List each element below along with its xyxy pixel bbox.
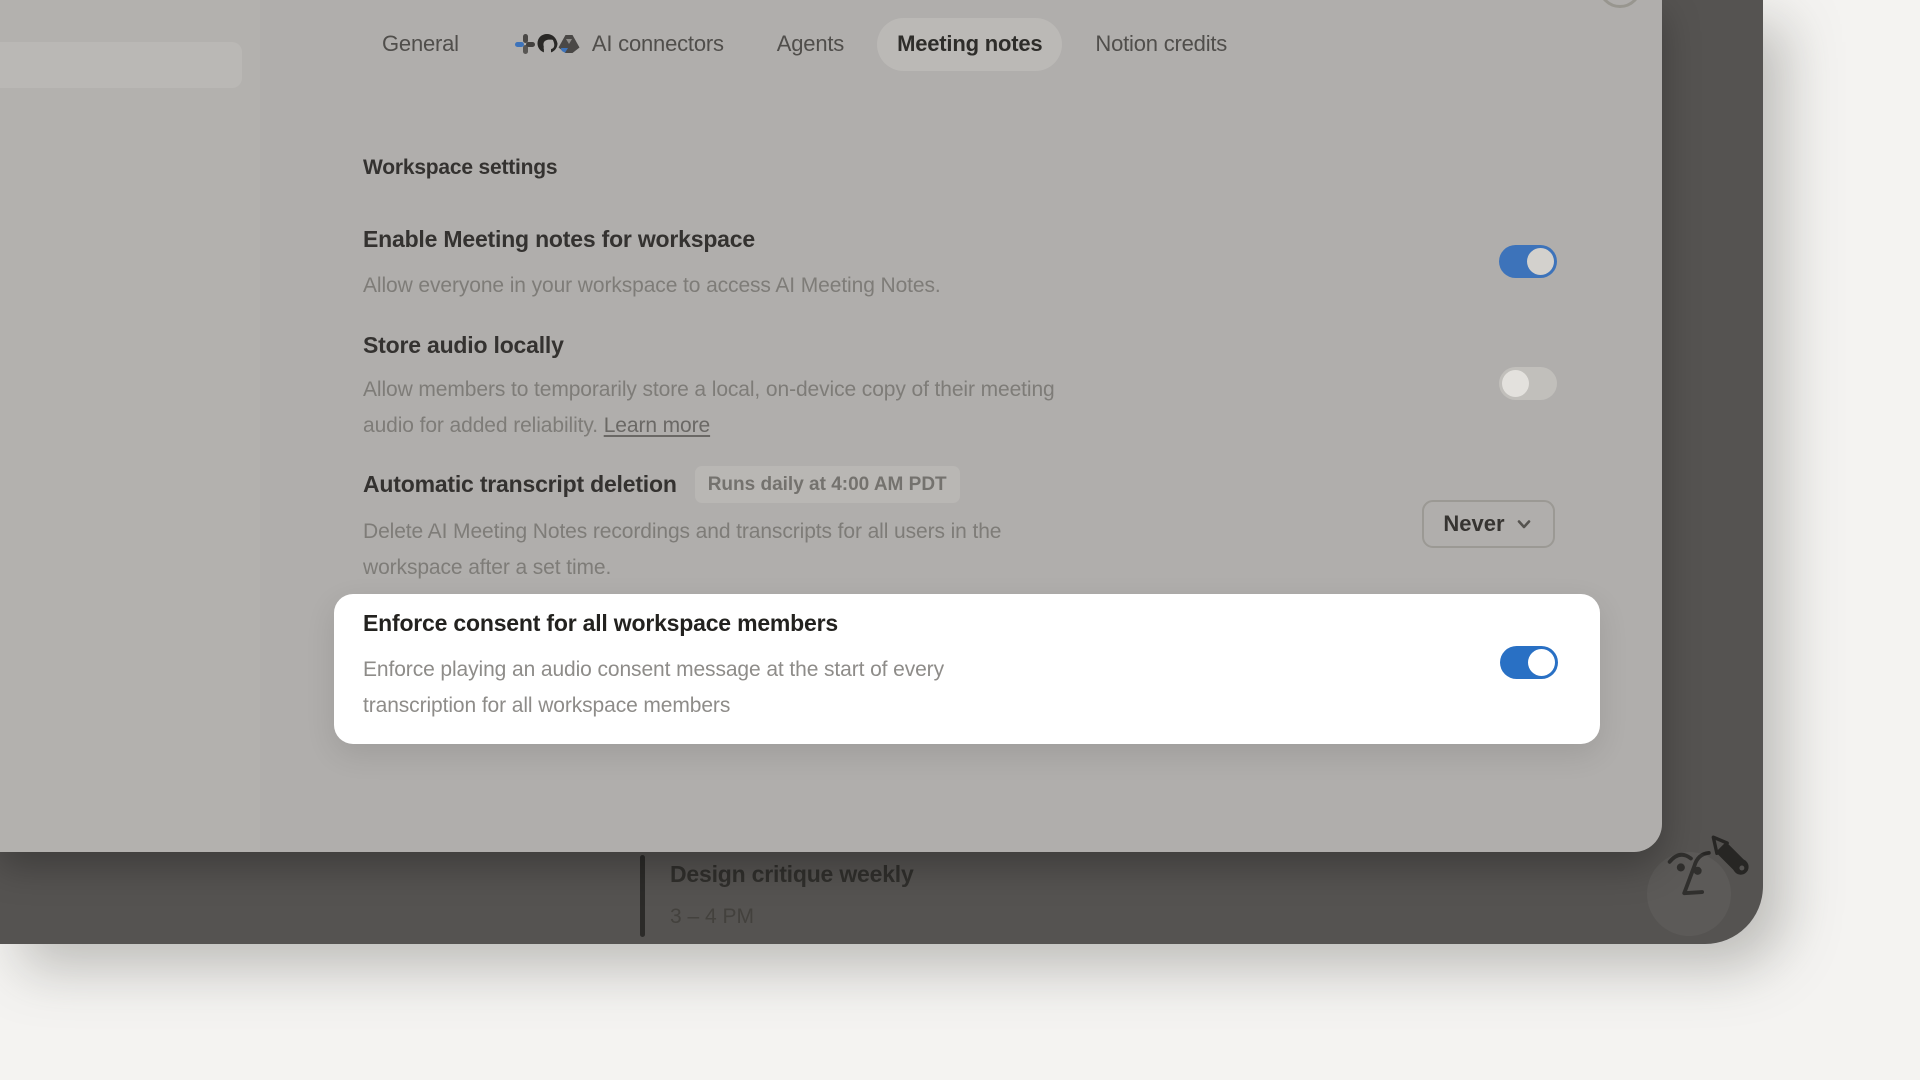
enable-meeting-notes-description: Allow everyone in your workspace to acce… xyxy=(363,268,941,304)
enforce-consent-description-line2: transcription for all workspace members xyxy=(363,688,944,724)
enforce-consent-description: Enforce playing an audio consent message… xyxy=(363,652,944,724)
tab-ai-connectors-label: AI connectors xyxy=(592,31,724,57)
notion-face-pencil-icon xyxy=(1645,826,1757,938)
tab-meeting-notes[interactable]: Meeting notes xyxy=(877,18,1062,71)
transcript-deletion-description-line1: Delete AI Meeting Notes recordings and t… xyxy=(363,514,1001,550)
calendar-event-title: Design critique weekly xyxy=(670,861,914,888)
setting-row-enforce-consent: Enforce consent for all workspace member… xyxy=(334,594,1600,744)
enable-meeting-notes-toggle[interactable] xyxy=(1499,245,1557,278)
transcript-deletion-header: Automatic transcript deletion Runs daily… xyxy=(363,466,960,503)
store-audio-toggle[interactable] xyxy=(1499,367,1557,400)
toggle-knob xyxy=(1502,370,1529,397)
learn-more-link[interactable]: Learn more xyxy=(604,414,710,437)
settings-tab-bar: General xyxy=(362,17,1247,71)
tab-general[interactable]: General xyxy=(362,18,479,71)
sidebar-selected-item[interactable] xyxy=(0,42,242,88)
section-heading: Workspace settings xyxy=(363,156,557,180)
calendar-event-color-bar xyxy=(640,855,645,937)
screen: Design critique weekly 3 – 4 PM xyxy=(0,0,1920,1080)
transcript-deletion-description-line2: workspace after a set time. xyxy=(363,550,1001,586)
deletion-interval-value: Never xyxy=(1443,511,1504,537)
tab-notion-credits[interactable]: Notion credits xyxy=(1075,18,1247,71)
enable-meeting-notes-title: Enable Meeting notes for workspace xyxy=(363,226,755,253)
transcript-deletion-title: Automatic transcript deletion xyxy=(363,471,677,498)
store-audio-description-line2-text: audio for added reliability. xyxy=(363,414,604,437)
toggle-knob xyxy=(1527,248,1554,275)
enforce-consent-description-line1: Enforce playing an audio consent message… xyxy=(363,652,944,688)
store-audio-description-line1: Allow members to temporarily store a loc… xyxy=(363,372,1055,408)
store-audio-title: Store audio locally xyxy=(363,332,564,359)
connector-icons xyxy=(512,31,582,57)
tab-ai-connectors[interactable]: AI connectors xyxy=(492,18,744,71)
enforce-consent-title: Enforce consent for all workspace member… xyxy=(363,610,838,637)
drive-icon xyxy=(556,31,582,57)
settings-modal: General xyxy=(0,0,1662,852)
deletion-interval-dropdown[interactable]: Never xyxy=(1422,500,1555,548)
store-audio-description-line2: audio for added reliability. Learn more xyxy=(363,408,1055,444)
calendar-event-time: 3 – 4 PM xyxy=(670,905,754,929)
clipped-button-arc xyxy=(1598,0,1642,8)
tab-agents[interactable]: Agents xyxy=(757,18,864,71)
doodle-highlight-circle xyxy=(1647,852,1731,936)
enforce-consent-toggle[interactable] xyxy=(1500,646,1558,679)
store-audio-description: Allow members to temporarily store a loc… xyxy=(363,372,1055,444)
chevron-down-icon xyxy=(1514,514,1534,534)
toggle-knob xyxy=(1528,649,1555,676)
schedule-badge: Runs daily at 4:00 AM PDT xyxy=(695,466,960,503)
settings-sidebar xyxy=(0,0,260,852)
transcript-deletion-description: Delete AI Meeting Notes recordings and t… xyxy=(363,514,1001,586)
